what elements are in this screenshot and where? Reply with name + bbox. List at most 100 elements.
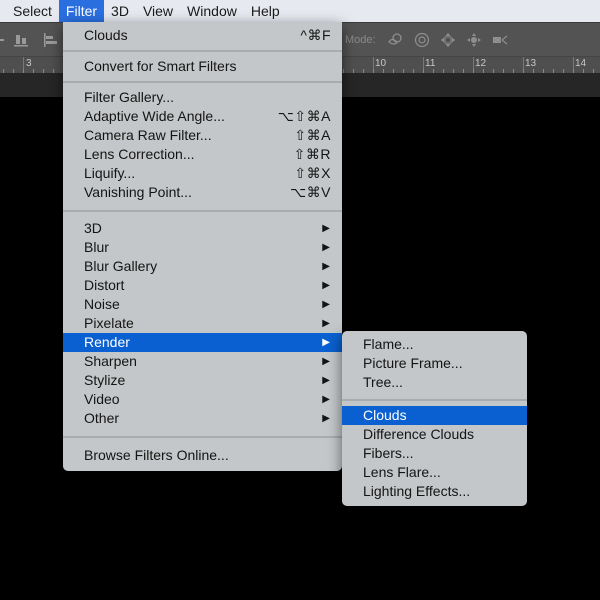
menu-item-label: Liquify...	[84, 165, 136, 181]
ruler-label: 11	[425, 58, 436, 69]
menu-item-sharpen[interactable]: Sharpen ▶	[63, 352, 342, 371]
menu-item-convert-smart-filters[interactable]: Convert for Smart Filters	[63, 57, 342, 76]
menu-item-label: Noise	[84, 296, 120, 312]
submenu-item-lens-flare[interactable]: Lens Flare...	[342, 463, 527, 482]
menu-item-3d[interactable]: 3D ▶	[63, 219, 342, 238]
menu-item-label: Sharpen	[84, 353, 137, 369]
menu-item-label: Stylize	[84, 372, 126, 388]
submenu-arrow-icon: ▶	[322, 280, 330, 291]
menu-select[interactable]: Select	[0, 0, 59, 22]
shortcut-label: ⇧⌘X	[294, 165, 331, 181]
menu-view[interactable]: View	[136, 0, 180, 22]
submenu-arrow-icon: ▶	[322, 394, 330, 405]
menu-item-blur-gallery[interactable]: Blur Gallery ▶	[63, 257, 342, 276]
submenu-arrow-icon: ▶	[322, 318, 330, 329]
menu-item-label: Distort	[84, 277, 125, 293]
menu-item-label: Vanishing Point...	[84, 184, 192, 200]
menu-window[interactable]: Window	[180, 0, 244, 22]
menu-item-label: Convert for Smart Filters	[84, 58, 237, 74]
submenu-arrow-icon: ▶	[322, 356, 330, 367]
menu-item-label: Adaptive Wide Angle...	[84, 108, 225, 124]
menu-item-label: Blur Gallery	[84, 258, 158, 274]
menu-item-label: Fibers...	[363, 445, 414, 461]
menu-item-noise[interactable]: Noise ▶	[63, 295, 342, 314]
shortcut-label: ⇧⌘A	[294, 127, 331, 143]
menu-item-label: Camera Raw Filter...	[84, 127, 212, 143]
menu-3d[interactable]: 3D	[104, 0, 136, 22]
orbit-3d-icon[interactable]	[387, 32, 403, 48]
menu-item-clouds-last-filter[interactable]: Clouds ^⌘F	[63, 26, 342, 45]
shortcut-label: ⇧⌘R	[293, 146, 331, 162]
menu-item-lens-correction[interactable]: Lens Correction... ⇧⌘R	[63, 145, 342, 164]
menu-item-label: Tree...	[363, 374, 403, 390]
menu-separator	[63, 436, 342, 438]
submenu-arrow-icon: ▶	[322, 299, 330, 310]
submenu-arrow-icon: ▶	[322, 337, 330, 348]
mode-label: Mode:	[345, 34, 376, 46]
menu-item-label: Clouds	[84, 27, 128, 43]
submenu-item-difference-clouds[interactable]: Difference Clouds	[342, 425, 527, 444]
menu-item-label: 3D	[84, 220, 102, 236]
ruler-label: 12	[475, 58, 487, 69]
roll-3d-icon[interactable]	[414, 32, 430, 48]
render-submenu: Flame... Picture Frame... Tree... Clouds…	[342, 331, 527, 506]
submenu-arrow-icon: ▶	[322, 261, 330, 272]
menu-separator	[63, 81, 342, 83]
menu-item-blur[interactable]: Blur ▶	[63, 238, 342, 257]
menu-item-label: Other	[84, 410, 120, 426]
menu-item-label: Blur	[84, 239, 109, 255]
menu-item-label: Pixelate	[84, 315, 134, 331]
slide-3d-icon[interactable]	[466, 32, 482, 48]
menu-item-label: Lens Correction...	[84, 146, 195, 162]
menu-separator	[342, 399, 527, 401]
submenu-arrow-icon: ▶	[322, 375, 330, 386]
submenu-item-picture-frame[interactable]: Picture Frame...	[342, 354, 527, 373]
menu-item-label: Clouds	[363, 407, 407, 423]
submenu-arrow-icon: ▶	[322, 242, 330, 253]
menu-item-adaptive-wide-angle[interactable]: Adaptive Wide Angle... ⌥⇧⌘A	[63, 107, 342, 126]
ruler-label: 14	[575, 58, 587, 69]
align-icon[interactable]	[0, 32, 10, 48]
menu-filter[interactable]: Filter	[58, 0, 105, 22]
menu-help[interactable]: Help	[244, 0, 287, 22]
menu-item-label: Browse Filters Online...	[84, 447, 229, 463]
submenu-item-fibers[interactable]: Fibers...	[342, 444, 527, 463]
submenu-arrow-icon: ▶	[322, 413, 330, 424]
menu-item-video[interactable]: Video ▶	[63, 390, 342, 409]
submenu-item-clouds[interactable]: Clouds	[342, 406, 527, 425]
shortcut-label: ^⌘F	[300, 27, 331, 43]
menu-item-camera-raw-filter[interactable]: Camera Raw Filter... ⇧⌘A	[63, 126, 342, 145]
menu-item-distort[interactable]: Distort ▶	[63, 276, 342, 295]
submenu-item-flame[interactable]: Flame...	[342, 335, 527, 354]
menu-item-vanishing-point[interactable]: Vanishing Point... ⌥⌘V	[63, 183, 342, 202]
ruler-label: 3	[26, 58, 32, 69]
submenu-arrow-icon: ▶	[322, 223, 330, 234]
menu-item-render[interactable]: Render ▶	[63, 333, 342, 352]
menu-item-label: Flame...	[363, 336, 414, 352]
pan-3d-icon[interactable]	[440, 32, 456, 48]
submenu-item-lighting-effects[interactable]: Lighting Effects...	[342, 482, 527, 501]
ruler-label: 13	[525, 58, 537, 69]
menu-item-stylize[interactable]: Stylize ▶	[63, 371, 342, 390]
align-bottom-icon[interactable]	[13, 32, 29, 48]
menu-item-label: Difference Clouds	[363, 426, 475, 442]
menu-item-label: Lighting Effects...	[363, 483, 471, 499]
align-left-icon[interactable]	[43, 32, 59, 48]
menu-item-label: Picture Frame...	[363, 355, 463, 371]
menu-item-pixelate[interactable]: Pixelate ▶	[63, 314, 342, 333]
menu-item-label: Filter Gallery...	[84, 89, 174, 105]
menu-bar: Select Filter 3D View Window Help	[0, 0, 600, 22]
menu-item-label: Video	[84, 391, 120, 407]
menu-separator	[63, 210, 342, 212]
menu-item-browse-filters-online[interactable]: Browse Filters Online...	[63, 446, 342, 465]
filter-menu: Clouds ^⌘F Convert for Smart Filters Fil…	[63, 22, 342, 471]
menu-item-label: Lens Flare...	[363, 464, 441, 480]
menu-item-other[interactable]: Other ▶	[63, 409, 342, 428]
submenu-item-tree[interactable]: Tree...	[342, 373, 527, 392]
shortcut-label: ⌥⇧⌘A	[277, 108, 331, 124]
menu-item-label: Render	[84, 334, 130, 350]
scale-3d-video-icon[interactable]	[492, 32, 508, 48]
menu-item-liquify[interactable]: Liquify... ⇧⌘X	[63, 164, 342, 183]
menu-item-filter-gallery[interactable]: Filter Gallery...	[63, 88, 342, 107]
shortcut-label: ⌥⌘V	[290, 184, 331, 200]
